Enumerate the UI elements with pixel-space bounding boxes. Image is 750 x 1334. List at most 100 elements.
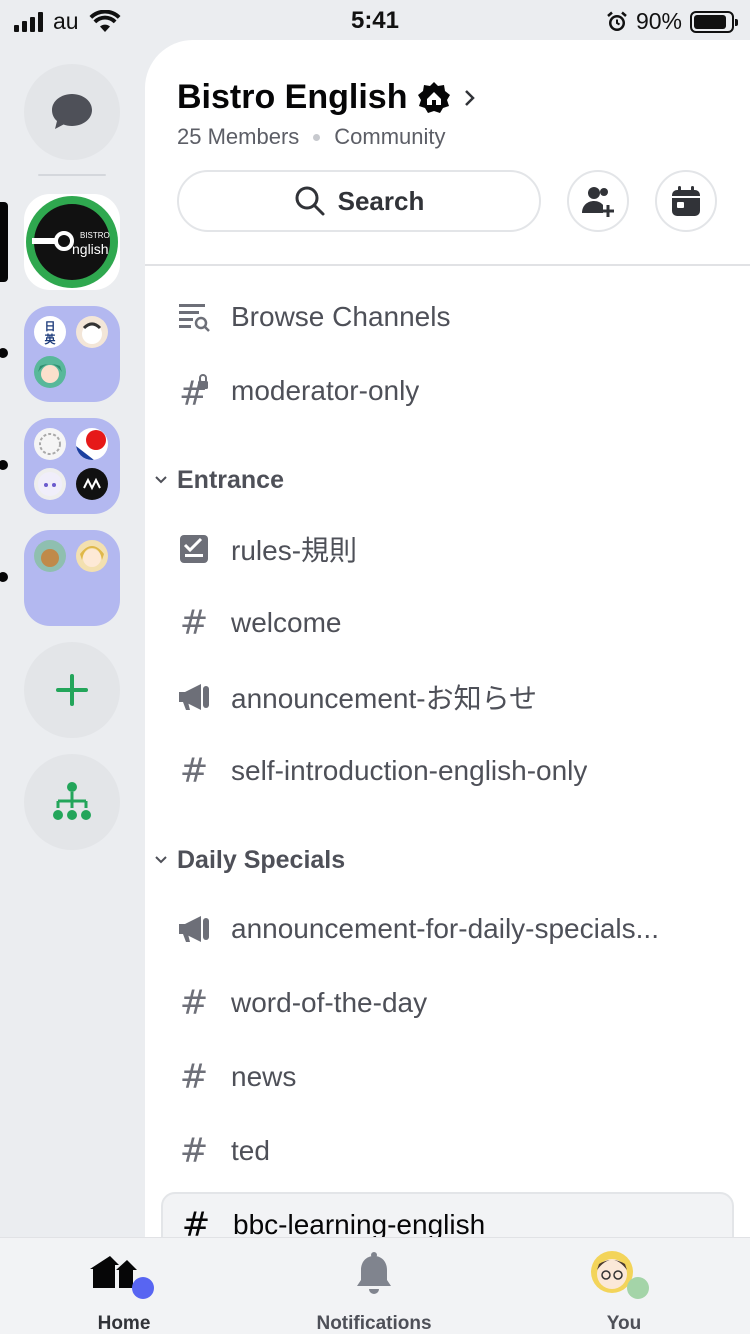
bistro-english-logo: BISTRO nglish [26,196,118,288]
megaphone-icon [163,914,225,944]
chat-bubble-icon [52,94,92,129]
chevron-down-icon [155,856,167,864]
battery-percent: 90% [635,8,682,34]
user-avatar [591,1251,649,1299]
rail-separator [38,174,106,176]
server-name: Bistro English [177,78,408,116]
direct-messages-button[interactable] [24,64,120,160]
events-button[interactable] [655,170,717,232]
bottom-nav: Home Notifications You [0,1237,750,1334]
channel-announcement[interactable]: announcement-お知らせ [161,664,734,730]
unread-indicator [0,460,8,470]
search-button[interactable]: Search [177,170,541,232]
channel-label: bbc-learning-english [233,1209,486,1237]
server-avatar-blonde [76,540,108,572]
hash-icon: # [181,1205,211,1237]
server-name-row[interactable]: Bistro English [177,78,477,117]
nav-you[interactable]: You [549,1250,699,1334]
selected-server-indicator [0,202,8,282]
server-avatar-character [76,316,108,348]
channel-label: Browse Channels [231,301,451,332]
server-avatar-girl [34,468,66,500]
unread-indicator [0,572,8,582]
channel-panel: Bistro English 25 Members Community Sear… [145,40,750,1237]
server-header: Bistro English 25 Members Community Sear… [145,40,750,266]
nav-label: Home [97,1313,151,1334]
category-entrance[interactable]: Entrance [153,460,284,500]
nav-home[interactable]: Home [49,1250,199,1334]
search-label: Search [337,185,425,216]
bell-icon [357,1252,391,1294]
add-server-button[interactable] [24,642,120,738]
server-avatar-nichiei: 日英 [34,316,66,348]
channel-label: news [231,1061,297,1092]
server-folder-1[interactable]: 日英 [24,306,120,402]
search-icon [295,186,325,216]
server-type: Community [334,124,446,149]
plus-icon [56,674,88,706]
svg-text:nglish: nglish [72,241,109,257]
channel-welcome[interactable]: # welcome [161,590,734,656]
svg-text:BISTRO: BISTRO [80,231,110,240]
server-avatar-squirrel [34,540,66,572]
status-bar: au 5:41 90% [0,0,750,40]
community-badge-icon [418,81,451,113]
category-label: Entrance [177,465,284,494]
channel-announcement-daily-specials[interactable]: announcement-for-daily-specials... [161,896,734,962]
alarm-icon [607,11,627,31]
hash-icon: # [179,1131,209,1171]
server-folder-3[interactable] [24,530,120,626]
server-avatar-anime [34,356,66,388]
channel-label: rules-規則 [231,535,358,566]
channel-label: ted [231,1135,270,1166]
server-avatar-flag [76,428,108,460]
channel-ted[interactable]: # ted [161,1118,734,1184]
hash-icon: # [179,983,209,1023]
locked-hash-icon: # [163,374,225,408]
channel-label: self-introduction-english-only [231,755,588,786]
server-avatar-wreath [34,428,66,460]
browse-channels-item[interactable]: Browse Channels [161,284,734,350]
home-icon [90,1256,154,1299]
channel-rules[interactable]: rules-規則 [161,516,734,582]
channel-word-of-the-day[interactable]: # word-of-the-day [161,970,734,1036]
svg-text:英: 英 [44,332,57,346]
status-right: 90% [606,8,738,35]
meta-separator [313,133,321,141]
chevron-down-icon [155,476,167,484]
hash-icon: # [179,603,209,643]
nav-label: Notifications [316,1313,432,1334]
discover-hub-button[interactable] [24,754,120,850]
svg-text:日: 日 [45,320,56,333]
channel-moderator-only[interactable]: # moderator-only [161,358,734,424]
hierarchy-icon [53,782,91,820]
unread-indicator [0,348,8,358]
add-user-icon [582,187,614,217]
svg-text:#: # [179,374,208,408]
channel-news[interactable]: # news [161,1044,734,1110]
server-bistro-english[interactable]: BISTRO nglish [24,194,120,290]
nav-notifications[interactable]: Notifications [299,1250,449,1334]
rules-checkbox-icon [163,534,225,564]
nav-label: You [606,1313,642,1334]
server-avatar-wave [76,468,108,500]
battery-fill [694,14,727,29]
calendar-icon [672,186,700,216]
category-daily-specials[interactable]: Daily Specials [153,840,345,880]
category-label: Daily Specials [177,845,346,874]
invite-members-button[interactable] [567,170,629,232]
chevron-right-icon [465,89,476,106]
channel-bbc-learning-english[interactable]: # bbc-learning-english [161,1192,734,1237]
browse-channels-icon [163,302,225,332]
channel-self-introduction[interactable]: # self-introduction-english-only [161,738,734,804]
megaphone-icon [163,682,225,712]
member-count: 25 Members [177,124,300,149]
channel-label: announcement-for-daily-specials... [231,913,659,944]
channel-label: moderator-only [231,375,420,406]
channel-label: word-of-the-day [231,987,428,1018]
server-folder-2[interactable] [24,418,120,514]
hash-icon: # [179,1057,209,1097]
hash-icon: # [179,751,209,791]
server-rail: BISTRO nglish 日英 [0,40,145,1237]
channel-label: announcement-お知らせ [231,683,538,714]
